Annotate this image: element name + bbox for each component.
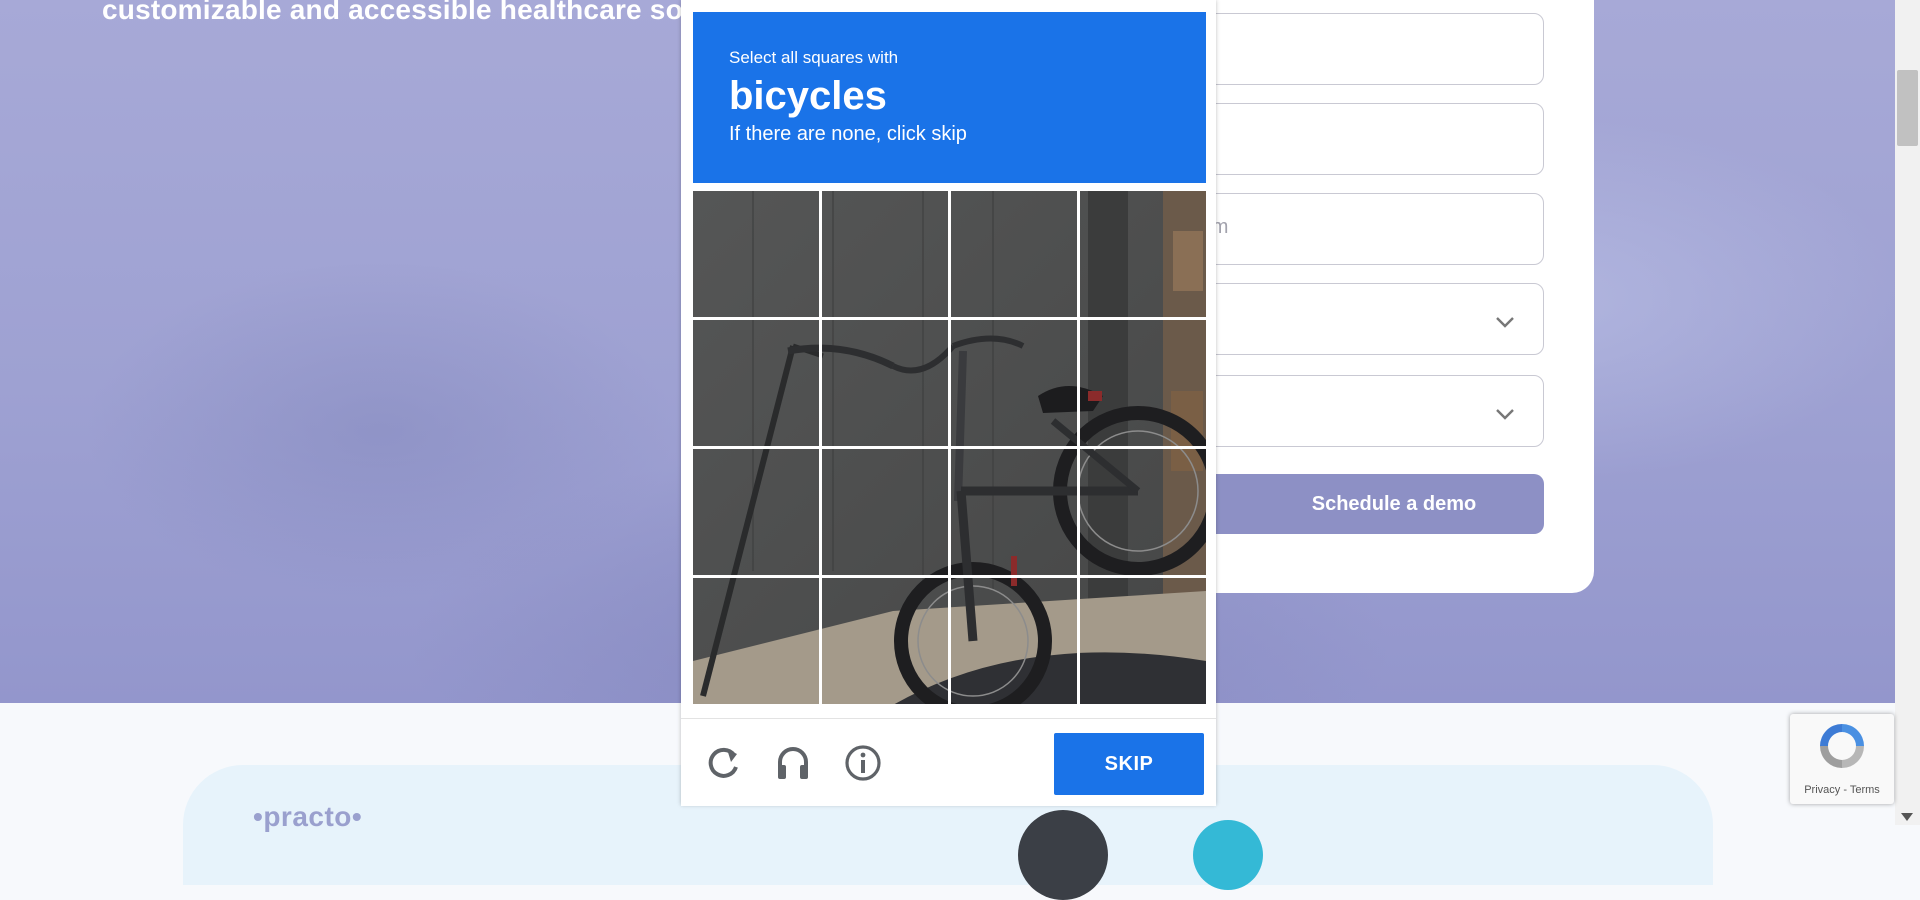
captcha-tile[interactable] — [822, 320, 948, 446]
badge-links: Privacy - Terms — [1790, 784, 1894, 796]
tile-image — [951, 578, 1077, 704]
tile-image — [693, 578, 819, 704]
captcha-hint: If there are none, click skip — [729, 123, 967, 145]
tile-image — [1080, 449, 1206, 575]
tile-image — [822, 578, 948, 704]
captcha-tile[interactable] — [951, 449, 1077, 575]
tile-image — [693, 191, 819, 317]
practo-logo-text: practo — [263, 801, 352, 832]
chevron-down-icon — [1496, 317, 1514, 328]
tile-image — [822, 449, 948, 575]
recaptcha-logo-icon — [1820, 724, 1864, 768]
page-scrollbar[interactable] — [1895, 0, 1920, 825]
recaptcha-badge[interactable]: Privacy - Terms — [1790, 714, 1894, 804]
captcha-tile[interactable] — [693, 320, 819, 446]
terms-link[interactable]: Terms — [1850, 784, 1880, 796]
captcha-tile[interactable] — [951, 191, 1077, 317]
tile-image — [822, 191, 948, 317]
tile-image — [951, 449, 1077, 575]
captcha-tile[interactable] — [1080, 320, 1206, 446]
captcha-tile[interactable] — [1080, 449, 1206, 575]
reload-icon[interactable] — [703, 743, 743, 783]
captcha-tile[interactable] — [693, 449, 819, 575]
tile-image — [693, 449, 819, 575]
tile-image — [951, 320, 1077, 446]
captcha-instruction: Select all squares with — [729, 48, 899, 67]
captcha-tile[interactable] — [822, 191, 948, 317]
info-icon[interactable] — [843, 743, 883, 783]
tile-image — [1080, 320, 1206, 446]
audio-headphones-icon[interactable] — [773, 743, 813, 783]
scroll-down-arrow-icon[interactable] — [1901, 813, 1913, 821]
practo-logo: •practo• — [253, 801, 363, 832]
captcha-tile[interactable] — [1080, 191, 1206, 317]
privacy-link[interactable]: Privacy — [1804, 784, 1840, 796]
scrollbar-thumb[interactable] — [1897, 70, 1918, 146]
person-avatar — [1018, 810, 1108, 900]
chevron-down-icon — [1496, 409, 1514, 420]
badge-separator: - — [1840, 784, 1850, 796]
captcha-challenge: Select all squares with bicycles If ther… — [681, 0, 1216, 806]
skip-button[interactable]: SKIP — [1054, 733, 1204, 795]
captcha-target: bicycles — [729, 74, 887, 118]
tile-image — [951, 191, 1077, 317]
tile-image — [822, 320, 948, 446]
captcha-tile[interactable] — [822, 449, 948, 575]
captcha-header: Select all squares with bicycles If ther… — [693, 12, 1206, 183]
captcha-tile[interactable] — [693, 191, 819, 317]
decorative-circle — [1193, 820, 1263, 890]
captcha-tile[interactable] — [1080, 578, 1206, 704]
captcha-image-grid — [693, 191, 1206, 705]
captcha-tile[interactable] — [822, 578, 948, 704]
tile-image — [1080, 578, 1206, 704]
captcha-tile[interactable] — [693, 578, 819, 704]
captcha-tile[interactable] — [951, 578, 1077, 704]
tile-image — [693, 320, 819, 446]
hero-tagline: customizable and accessible healthcare s… — [102, 0, 709, 25]
captcha-tile[interactable] — [951, 320, 1077, 446]
tile-image — [1080, 191, 1206, 317]
captcha-footer: SKIP — [681, 718, 1216, 806]
